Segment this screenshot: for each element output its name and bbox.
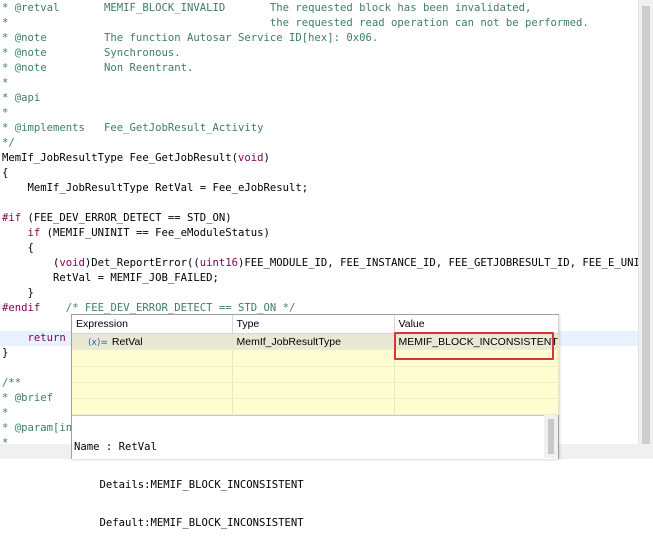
- table-header-row: Expression Type Value: [72, 315, 559, 335]
- code-line[interactable]: *: [2, 406, 8, 421]
- empty-cell: [72, 398, 233, 416]
- empty-cell: [232, 382, 395, 399]
- code-token: * @api: [2, 92, 41, 104]
- code-token: * @note Non Reentrant.: [2, 62, 194, 74]
- expression-cell[interactable]: (x)= RetVal: [72, 333, 233, 351]
- code-token: * @implements Fee_GetJobResult_Activity: [2, 122, 264, 134]
- code-line[interactable]: (void)Det_ReportError((uint16)FEE_MODULE…: [2, 256, 638, 271]
- details-scrollbar[interactable]: [544, 415, 558, 458]
- code-token: #if: [2, 212, 22, 224]
- code-line[interactable]: if (MEMIF_UNINIT == Fee_eModuleStatus): [2, 226, 270, 241]
- empty-cell: [72, 366, 233, 383]
- details-line-default: Default:MEMIF_BLOCK_INCONSISTENT: [74, 517, 304, 529]
- table-row: [72, 366, 559, 383]
- empty-cell: [232, 366, 395, 383]
- variable-name: RetVal: [111, 335, 143, 348]
- code-line[interactable]: * @retval MEMIF_BLOCK_INVALID The reques…: [2, 1, 531, 16]
- code-token: void: [59, 257, 85, 269]
- code-line[interactable]: * @param[in]: [2, 421, 79, 436]
- code-token: /* FEE_DEV_ERROR_DETECT == STD_ON */: [40, 302, 296, 314]
- empty-cell: [232, 398, 395, 416]
- code-token: return: [27, 332, 66, 344]
- code-line[interactable]: *: [2, 106, 8, 121]
- empty-cell: [394, 398, 559, 416]
- value-highlight-box: [394, 332, 554, 360]
- table-row: [72, 382, 559, 399]
- column-header-type[interactable]: Type: [232, 315, 395, 335]
- code-token: if: [27, 227, 41, 239]
- code-token: (: [2, 257, 60, 269]
- code-token: {: [2, 242, 34, 254]
- code-token: *: [2, 407, 9, 419]
- code-token: * @retval MEMIF_BLOCK_INVALID The reques…: [2, 2, 532, 14]
- code-token: uint16: [199, 257, 239, 269]
- code-line[interactable]: * @implements Fee_GetJobResult_Activity: [2, 121, 264, 136]
- code-line[interactable]: * @api: [2, 91, 40, 106]
- code-line[interactable]: * @note The function Autosar Service ID[…: [2, 31, 378, 46]
- editor-vertical-scrollbar[interactable]: [638, 0, 653, 459]
- code-token: *: [2, 107, 9, 119]
- variable-table: Expression Type Value (x)= RetVal MemIf_J…: [72, 315, 559, 416]
- empty-cell: [72, 349, 233, 367]
- code-line[interactable]: {: [2, 241, 34, 256]
- code-line[interactable]: *: [2, 76, 8, 91]
- code-token: ): [263, 152, 270, 164]
- empty-cell: [72, 382, 233, 399]
- code-line[interactable]: /**: [2, 376, 21, 391]
- code-line[interactable]: #if (FEE_DEV_ERROR_DETECT == STD_ON): [2, 211, 232, 226]
- details-pane[interactable]: Name : RetVal Details:MEMIF_BLOCK_INCONS…: [72, 415, 558, 529]
- code-token: #endif: [2, 302, 41, 314]
- code-line[interactable]: * @note Non Reentrant.: [2, 61, 193, 76]
- empty-cell: [394, 366, 559, 383]
- code-token: (MEMIF_UNINIT == Fee_eModuleStatus): [40, 227, 270, 239]
- code-line[interactable]: MemIf_JobResultType RetVal = Fee_eJobRes…: [2, 181, 309, 196]
- code-token: * @note Synchronous.: [2, 47, 181, 59]
- code-token: RetVal = MEMIF_JOB_FAILED;: [2, 272, 219, 284]
- code-token: * @brief: [2, 392, 54, 404]
- code-token: void: [238, 152, 264, 164]
- empty-cell: [394, 382, 559, 399]
- details-scrollbar-thumb[interactable]: [548, 419, 554, 454]
- scrollbar-thumb[interactable]: [642, 6, 650, 444]
- empty-cell: [232, 349, 395, 367]
- code-token: /**: [2, 377, 22, 389]
- type-cell[interactable]: MemIf_JobResultType: [232, 333, 395, 351]
- code-line[interactable]: * the requested read operation can not b…: [2, 16, 589, 31]
- code-token: MemIf_JobResultType RetVal = Fee_eJobRes…: [2, 182, 309, 194]
- code-line[interactable]: * @brief: [2, 391, 53, 406]
- code-token: (FEE_DEV_ERROR_DETECT == STD_ON): [21, 212, 232, 224]
- variable-icon: (x)=: [88, 337, 108, 348]
- code-token: * @param[in]: [2, 422, 79, 434]
- code-token: }: [2, 287, 34, 299]
- code-line[interactable]: * @note Synchronous.: [2, 46, 181, 61]
- variable-hover-popup[interactable]: Expression Type Value (x)= RetVal MemIf_J…: [71, 314, 559, 529]
- code-line[interactable]: }: [2, 346, 8, 361]
- column-header-value[interactable]: Value: [394, 315, 559, 335]
- code-line[interactable]: }: [2, 286, 34, 301]
- code-token: MemIf_JobResultType Fee_GetJobResult(: [2, 152, 238, 164]
- code-token: )FEE_MODULE_ID, FEE_INSTANCE_ID, FEE_GET…: [238, 257, 638, 269]
- code-token: * the requested read operation can not b…: [2, 17, 589, 29]
- details-line-name: Name : RetVal: [74, 441, 157, 453]
- code-token: }: [2, 347, 9, 359]
- table-row: [72, 398, 559, 416]
- code-token: )Det_ReportError((: [84, 257, 200, 269]
- code-token: * @note The function Autosar Service ID[…: [2, 32, 379, 44]
- details-line-details: Details:MEMIF_BLOCK_INCONSISTENT: [74, 479, 304, 491]
- code-token: */: [2, 137, 15, 149]
- code-line[interactable]: MemIf_JobResultType Fee_GetJobResult(voi…: [2, 151, 270, 166]
- code-line[interactable]: {: [2, 166, 8, 181]
- column-header-expression[interactable]: Expression: [72, 315, 233, 335]
- code-token: {: [2, 167, 9, 179]
- code-line[interactable]: RetVal = MEMIF_JOB_FAILED;: [2, 271, 219, 286]
- code-line[interactable]: */: [2, 136, 15, 151]
- code-token: *: [2, 77, 9, 89]
